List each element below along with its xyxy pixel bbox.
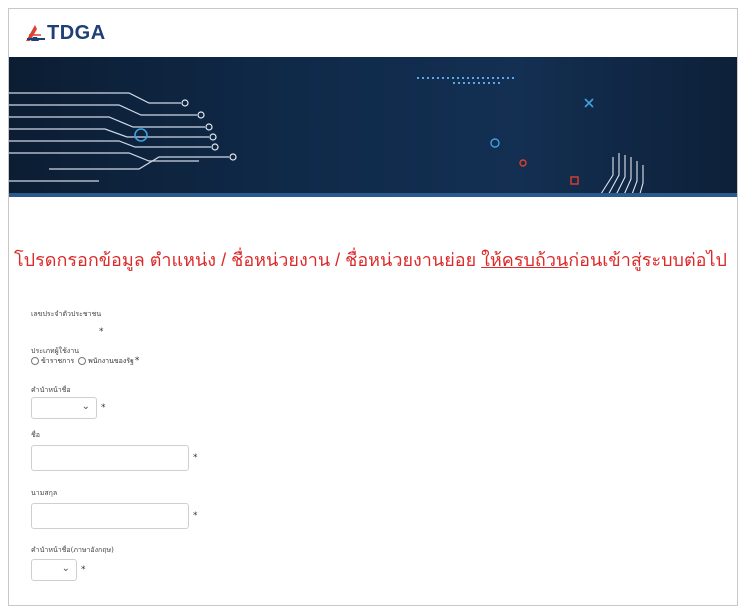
required-mark: * [134,356,140,366]
required-mark: * [193,453,198,463]
chevron-down-icon: ⌄ [61,563,70,574]
title-prefix-label: คำนำหน้าชื่อ [31,386,71,394]
page-frame: TDGA โปรดกรอกข้อมูล ตำแหน่ง / ชื่อหน่วยง… [8,8,738,606]
user-type-label: ประเภทผู้ใช้งาน [31,347,79,355]
title-prefix-en-select[interactable]: ⌄ [31,559,77,581]
notice-part2: ก่อนเข้าสู่ระบบต่อไป [568,250,727,270]
last-name-label: นามสกุล [31,489,58,497]
radio-state-employee-label: พนักงานของรัฐ [88,356,134,365]
logo[interactable]: TDGA [25,19,106,47]
required-mark: * [193,511,198,521]
last-name-input[interactable] [31,503,189,529]
required-mark: * [81,565,86,575]
first-name-input[interactable] [31,445,189,471]
logo-mark-icon [26,25,45,41]
profile-form: เลขประจำตัวประชาชน * ประเภทผู้ใช้งาน ข้า… [31,304,431,581]
circuit-graphic [9,77,644,197]
radio-state-employee[interactable] [78,357,87,365]
first-name-label: ชื่อ [31,431,40,439]
title-prefix-select[interactable]: ⌄ [31,397,97,419]
hero-banner [9,57,737,197]
logo-text: TDGA [47,21,106,44]
radio-civil-servant-label: ข้าราชการ [41,356,75,365]
required-mark: * [101,403,106,413]
site-header: TDGA [9,9,737,58]
banner-edge [9,193,737,197]
notice-text: โปรดกรอกข้อมูล ตำแหน่ง / ชื่อหน่วยงาน / … [14,245,737,274]
citizen-id-value: * [31,319,431,337]
radio-civil-servant[interactable] [31,357,39,365]
chevron-down-icon: ⌄ [81,401,90,412]
notice-emphasis: ให้ครบถ้วน [481,250,569,270]
required-mark: * [99,327,104,337]
notice-part1: โปรดกรอกข้อมูล ตำแหน่ง / ชื่อหน่วยงาน / … [14,250,482,270]
citizen-id-label: เลขประจำตัวประชาชน [31,310,102,318]
title-prefix-en-label: คำนำหน้าชื่อ(ภาษาอังกฤษ) [31,546,114,554]
user-type-options: ข้าราชการ พนักงานของรัฐ * [31,356,431,366]
